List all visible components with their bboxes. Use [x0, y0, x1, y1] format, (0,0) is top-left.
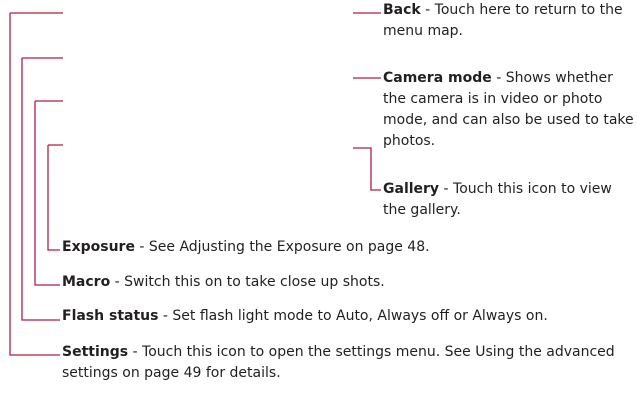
callout-settings-name: Settings [62, 344, 129, 360]
callout-macro-name: Macro [62, 274, 111, 290]
leader-line-settings [9, 12, 63, 356]
callout-flash-status: Flash status - Set flash light mode to A… [62, 306, 622, 327]
callout-macro: Macro - Switch this on to take close up … [62, 272, 562, 293]
callout-exposure-description: - See Adjusting the Exposure on page 48. [134, 239, 430, 255]
callout-back-name: Back [383, 2, 421, 18]
callout-flash-status-name: Flash status [62, 308, 159, 324]
callout-camera-mode-name: Camera mode [383, 70, 492, 86]
callout-gallery-name: Gallery [383, 181, 440, 197]
callout-gallery: Gallery - Touch this icon to view the ga… [383, 179, 637, 221]
leader-line-flash-status [21, 57, 63, 321]
callout-macro-description: - Switch this on to take close up shots. [110, 274, 385, 290]
callout-camera-mode: Camera mode - Shows whether the camera i… [383, 68, 637, 152]
leader-line-gallery [353, 147, 381, 191]
callout-back: Back - Touch here to return to the menu … [383, 0, 637, 42]
callout-exposure: Exposure - See Adjusting the Exposure on… [62, 237, 562, 258]
leader-line-macro [34, 100, 63, 286]
leader-line-exposure [47, 144, 63, 251]
callout-flash-status-description: - Set flash light mode to Auto, Always o… [158, 308, 548, 324]
callout-settings: Settings - Touch this icon to open the s… [62, 342, 622, 384]
callout-settings-description: - Touch this icon to open the settings m… [62, 344, 615, 381]
callout-exposure-name: Exposure [62, 239, 135, 255]
